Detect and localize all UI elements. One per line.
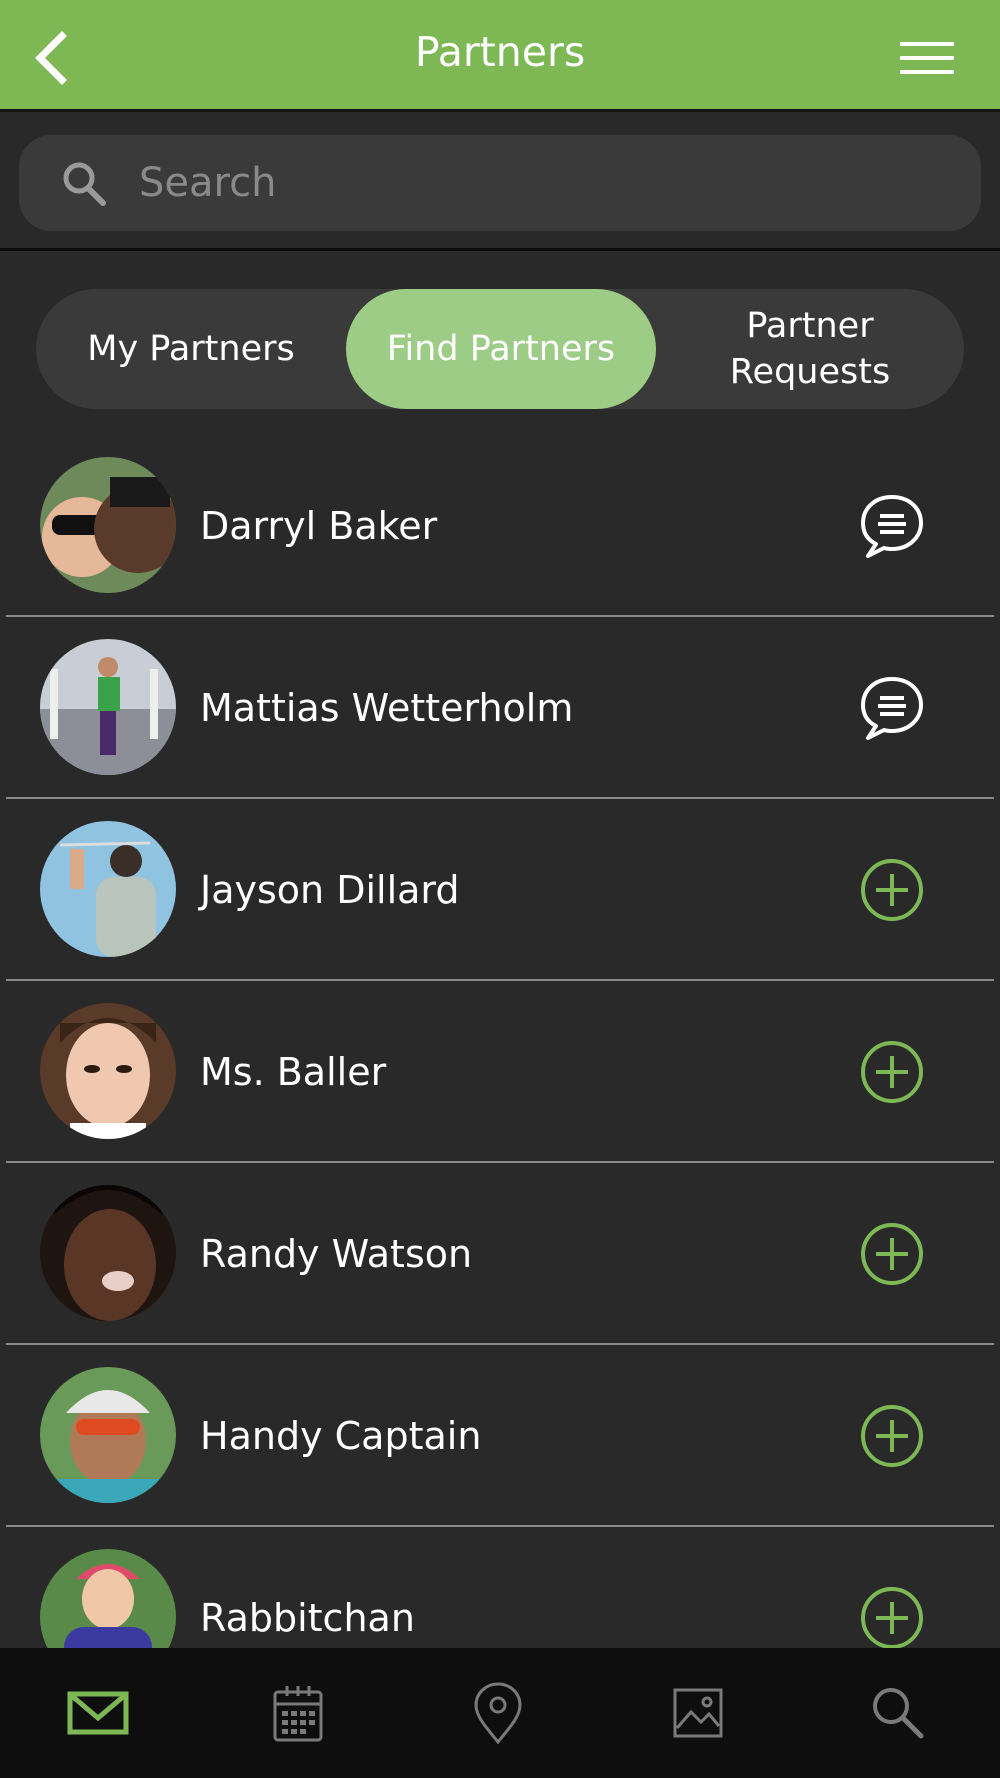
avatar	[40, 821, 176, 957]
calendar-icon	[273, 1686, 323, 1742]
partners-screen: Partners Search My Partners Find Partner…	[0, 0, 1000, 1778]
mail-icon	[67, 1691, 129, 1735]
tab-partner-requests-label: Partner Requests	[729, 306, 891, 392]
nav-calendar[interactable]	[263, 1678, 333, 1748]
message-button[interactable]	[858, 492, 926, 560]
add-button[interactable]	[858, 1584, 926, 1652]
nav-gallery[interactable]	[663, 1678, 733, 1748]
add-icon	[861, 859, 923, 921]
tab-partner-requests[interactable]: Partner Requests	[656, 289, 964, 409]
partner-name: Jayson Dillard	[200, 868, 460, 912]
add-button[interactable]	[858, 1402, 926, 1470]
partner-name: Mattias Wetterholm	[200, 686, 574, 730]
search-field[interactable]: Search	[19, 135, 981, 231]
add-icon	[861, 1405, 923, 1467]
search-input[interactable]: Search	[139, 135, 939, 231]
add-button[interactable]	[858, 1038, 926, 1106]
page-title: Partners	[414, 28, 586, 76]
tab-my-partners[interactable]: My Partners	[36, 289, 346, 409]
search-bar: Search	[0, 115, 1000, 251]
message-icon	[861, 495, 923, 558]
avatar	[40, 1185, 176, 1321]
list-item[interactable]: Ms. Baller	[0, 981, 1000, 1163]
add-icon	[861, 1041, 923, 1103]
partner-name: Randy Watson	[200, 1232, 473, 1276]
list-item[interactable]: Jayson Dillard	[0, 799, 1000, 981]
gallery-icon	[673, 1688, 723, 1738]
list-item[interactable]: Darryl Baker	[0, 435, 1000, 617]
avatar	[40, 639, 176, 775]
message-button[interactable]	[858, 674, 926, 742]
partner-name: Darryl Baker	[200, 504, 438, 548]
avatar	[40, 457, 176, 593]
nav-locations[interactable]	[463, 1678, 533, 1748]
add-button[interactable]	[858, 1220, 926, 1288]
message-icon	[861, 677, 923, 740]
avatar	[40, 1367, 176, 1503]
partner-name: Handy Captain	[200, 1414, 482, 1458]
add-button[interactable]	[858, 856, 926, 924]
partner-name: Ms. Baller	[200, 1050, 387, 1094]
list-item[interactable]: Mattias Wetterholm	[0, 617, 1000, 799]
avatar	[40, 1003, 176, 1139]
menu-button[interactable]	[898, 36, 958, 80]
header-bar: Partners	[0, 0, 1000, 112]
add-icon	[861, 1587, 923, 1649]
tab-find-partners[interactable]: Find Partners	[346, 289, 656, 409]
search-icon	[63, 162, 106, 206]
location-pin-icon	[474, 1682, 522, 1745]
segmented-tabs: My Partners Find Partners Partner Reques…	[36, 289, 964, 409]
list-item[interactable]: Randy Watson	[0, 1163, 1000, 1345]
search-icon	[873, 1688, 924, 1739]
add-icon	[861, 1223, 923, 1285]
bottom-nav	[0, 1648, 1000, 1778]
hamburger-icon	[900, 42, 954, 74]
nav-search[interactable]	[863, 1678, 933, 1748]
nav-messages[interactable]	[63, 1678, 133, 1748]
list-item[interactable]: Handy Captain	[0, 1345, 1000, 1527]
